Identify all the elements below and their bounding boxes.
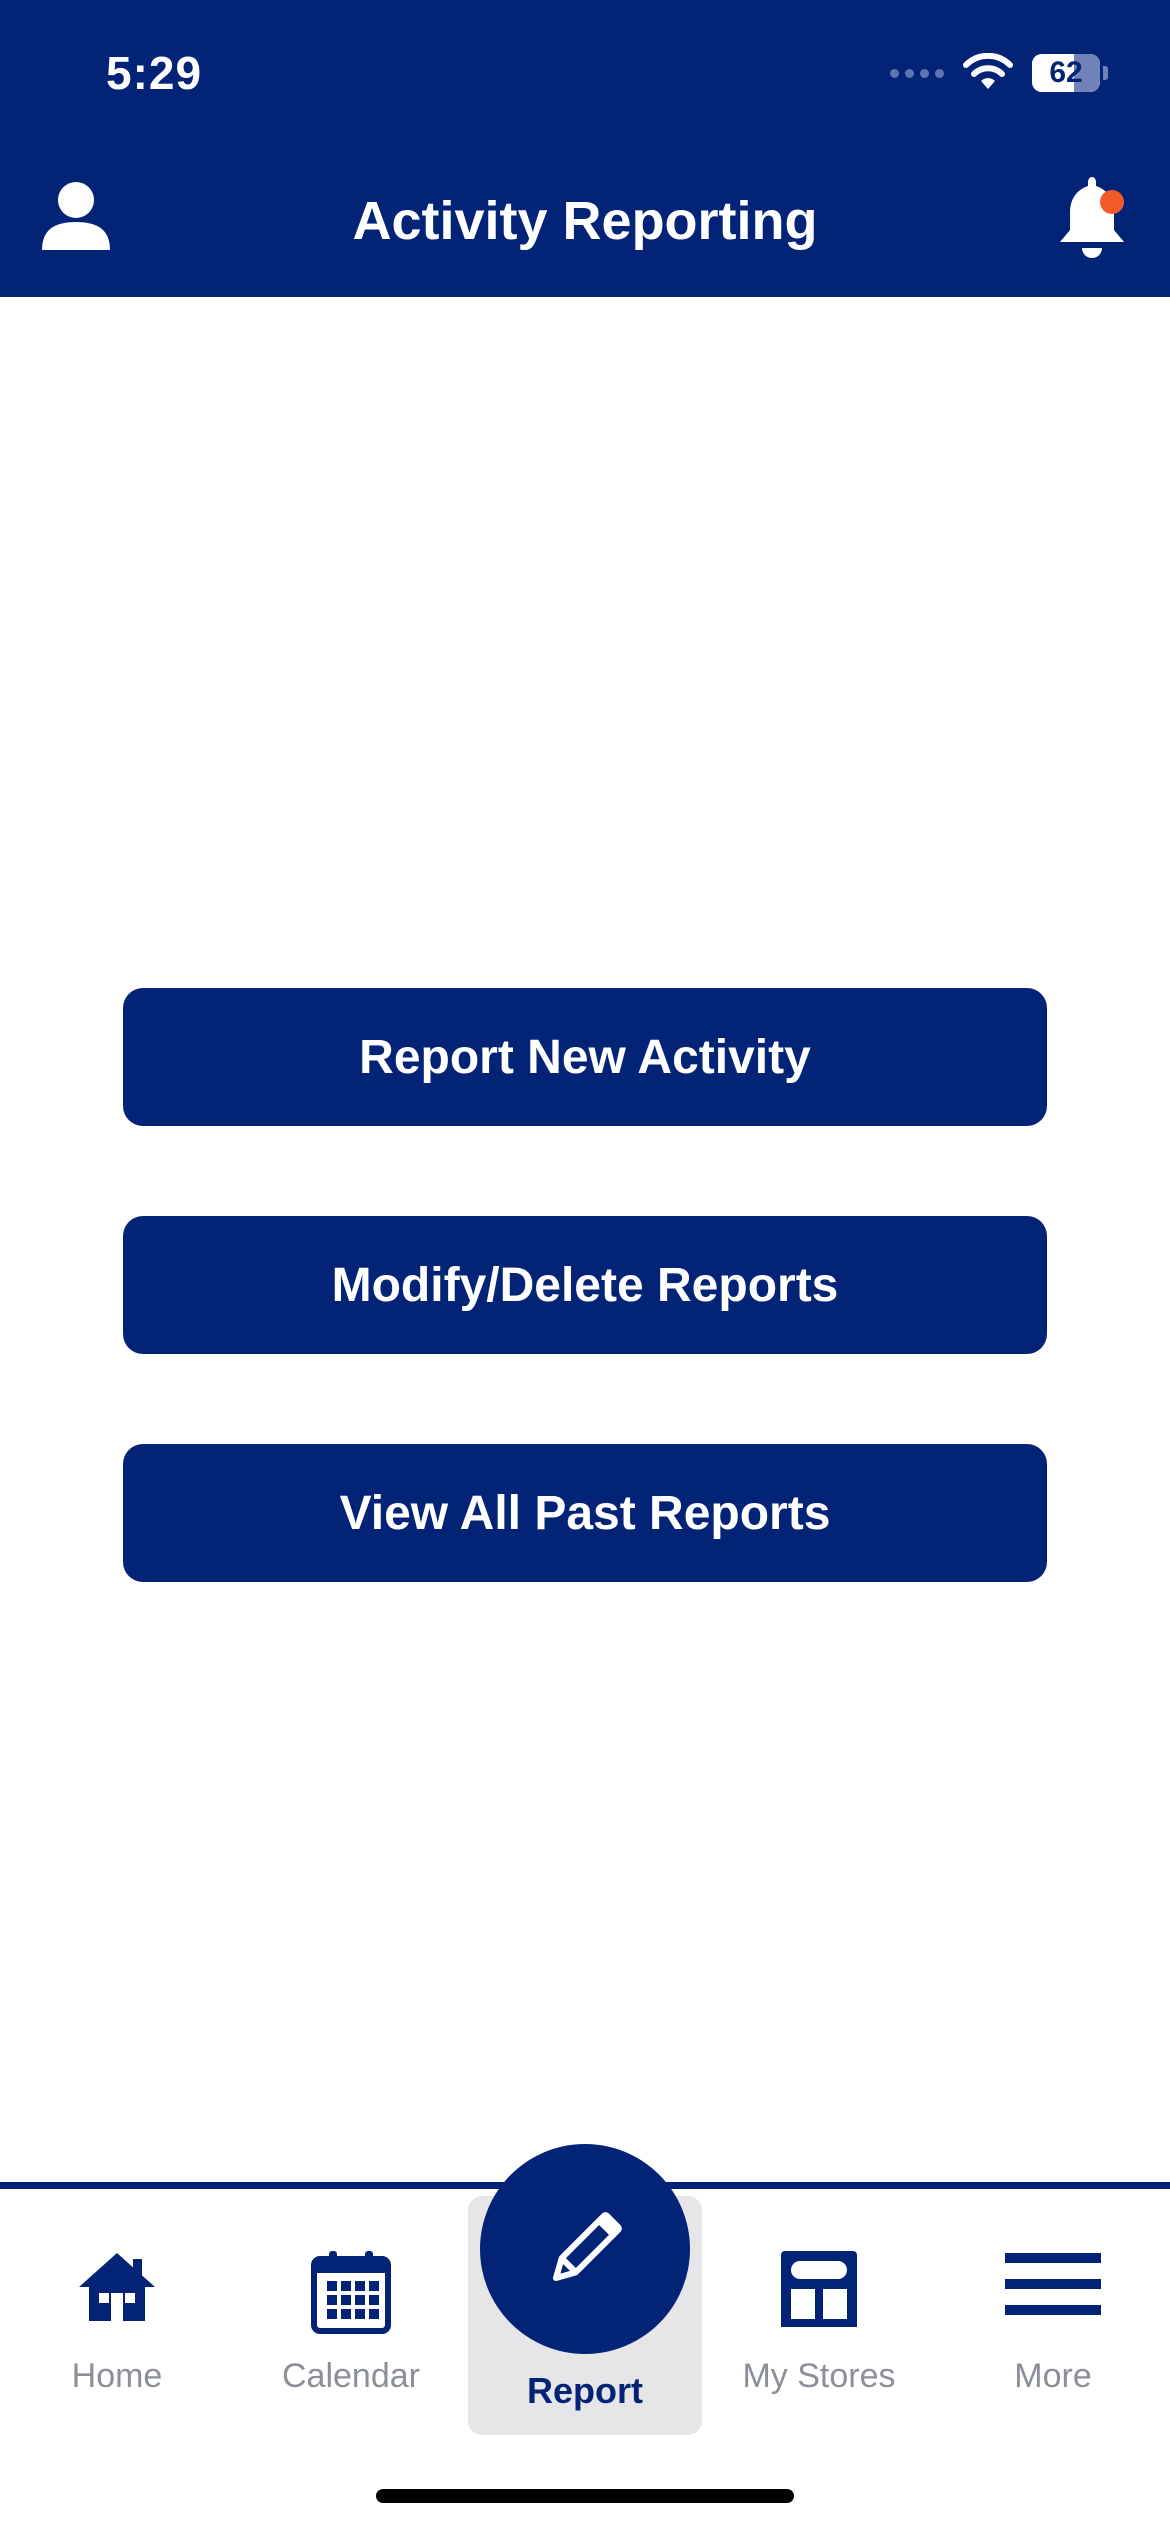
notification-badge [1100, 190, 1124, 214]
app-header: 5:29 62 Activity Reporting [0, 0, 1170, 297]
tab-more[interactable]: More [936, 2189, 1170, 2439]
pencil-icon [553, 2212, 622, 2281]
calendar-icon [234, 2249, 468, 2339]
menu-icon [936, 2249, 1170, 2339]
cellular-signal-icon [890, 68, 944, 78]
wifi-icon [963, 53, 1013, 89]
tab-calendar[interactable]: Calendar [234, 2189, 468, 2439]
bell-icon [1060, 177, 1124, 258]
store-icon [702, 2249, 936, 2339]
activity-reporting-screen: 5:29 62 Activity Reporting Report New Ac… [0, 0, 1170, 2532]
home-icon [0, 2249, 234, 2339]
status-time: 5:29 [106, 47, 203, 99]
battery-icon: 62 [1032, 54, 1100, 92]
report-new-activity-button[interactable]: Report New Activity [123, 988, 1047, 1126]
status-icons: 62 [890, 48, 1108, 98]
tab-calendar-label: Calendar [282, 2357, 420, 2395]
tab-more-label: More [1014, 2357, 1092, 2395]
page-title: Activity Reporting [352, 191, 818, 251]
notifications-button[interactable] [1054, 176, 1134, 262]
battery-level: 62 [1049, 56, 1083, 89]
tab-my-stores[interactable]: My Stores [702, 2189, 936, 2439]
tab-my-stores-label: My Stores [742, 2357, 896, 2395]
home-indicator[interactable] [376, 2489, 794, 2503]
tab-home-label: Home [71, 2357, 163, 2395]
modify-delete-reports-button[interactable]: Modify/Delete Reports [123, 1216, 1047, 1354]
view-all-past-reports-button[interactable]: View All Past Reports [123, 1444, 1047, 1582]
tab-report-label: Report [527, 2370, 643, 2411]
report-fab[interactable] [480, 2144, 690, 2354]
tab-home[interactable]: Home [0, 2189, 234, 2439]
